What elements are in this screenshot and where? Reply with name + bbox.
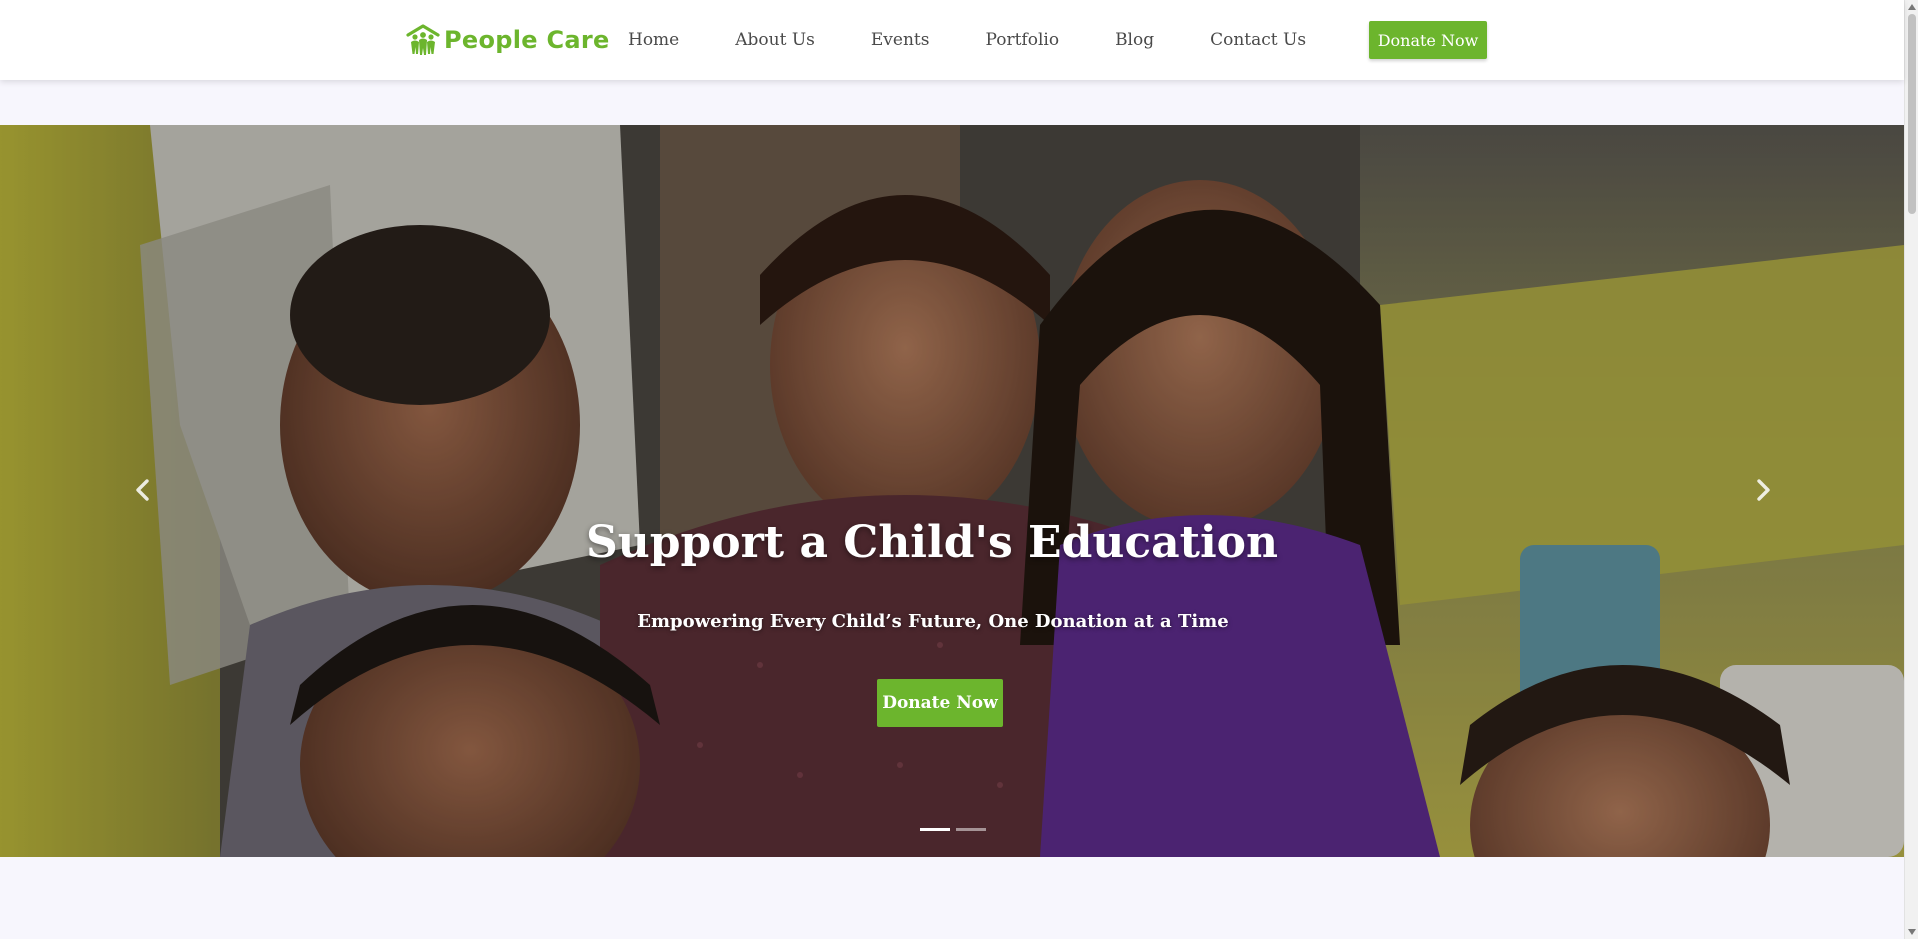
nav-item-home[interactable]: Home	[628, 30, 679, 50]
carousel-indicator-2[interactable]	[956, 828, 986, 831]
hero-subtitle: Empowering Every Child’s Future, One Don…	[637, 611, 1229, 632]
people-logo-icon	[406, 24, 440, 55]
header-donate-button[interactable]: Donate Now	[1369, 21, 1487, 59]
hero-overlay	[0, 125, 1904, 857]
main-nav: Home About Us Events Portfolio Blog Cont…	[628, 0, 1306, 80]
page: People Care Home About Us Events Portfol…	[0, 0, 1918, 939]
chevron-left-icon	[136, 479, 149, 501]
site-header: People Care Home About Us Events Portfol…	[0, 0, 1904, 80]
scrollbar-thumb[interactable]	[1908, 14, 1916, 214]
page-scrollbar[interactable]	[1904, 0, 1918, 939]
carousel-prev-button[interactable]	[123, 465, 163, 515]
nav-item-blog[interactable]: Blog	[1115, 30, 1154, 50]
nav-item-contact-us[interactable]: Contact Us	[1210, 30, 1306, 50]
nav-item-portfolio[interactable]: Portfolio	[985, 30, 1059, 50]
logo-text: People Care	[444, 26, 610, 54]
nav-item-about-us[interactable]: About Us	[735, 30, 815, 50]
site-logo[interactable]: People Care	[406, 22, 610, 58]
carousel-next-button[interactable]	[1743, 465, 1783, 515]
scroll-up-arrow-icon[interactable]	[1908, 2, 1916, 12]
chevron-right-icon	[1757, 479, 1770, 501]
nav-item-events[interactable]: Events	[871, 30, 930, 50]
carousel-indicator-1[interactable]	[920, 828, 950, 831]
scroll-down-arrow-icon[interactable]	[1908, 927, 1916, 937]
hero-carousel: Support a Child's Education Empowering E…	[0, 125, 1904, 857]
carousel-indicators	[920, 828, 986, 831]
hero-title: Support a Child's Education	[585, 517, 1279, 568]
hero-donate-button[interactable]: Donate Now	[877, 679, 1003, 727]
